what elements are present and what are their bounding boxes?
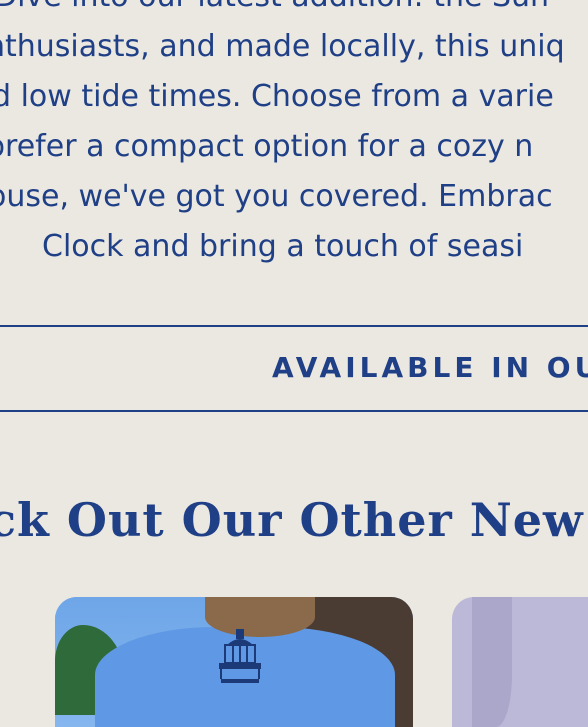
banner-bottom-divider [0, 410, 588, 412]
availability-banner[interactable]: AVAILABLE IN OU [272, 350, 588, 386]
description-line-1: Dive into our latest addition: the Sun [0, 0, 549, 22]
description-line-4: prefer a compact option for a cozy n [0, 129, 534, 164]
description-line-5: ouse, we've got you covered. Embrac [0, 179, 553, 214]
lighthouse-icon [219, 629, 261, 683]
banner-top-divider [0, 325, 588, 327]
section-heading: ck Out Our Other New [0, 493, 584, 547]
description-line-3: d low tide times. Choose from a varie [0, 79, 554, 114]
description-line-6: Clock and bring a touch of seasi [42, 229, 524, 264]
description-line-2: nthusiasts, and made locally, this uniq [0, 29, 565, 64]
